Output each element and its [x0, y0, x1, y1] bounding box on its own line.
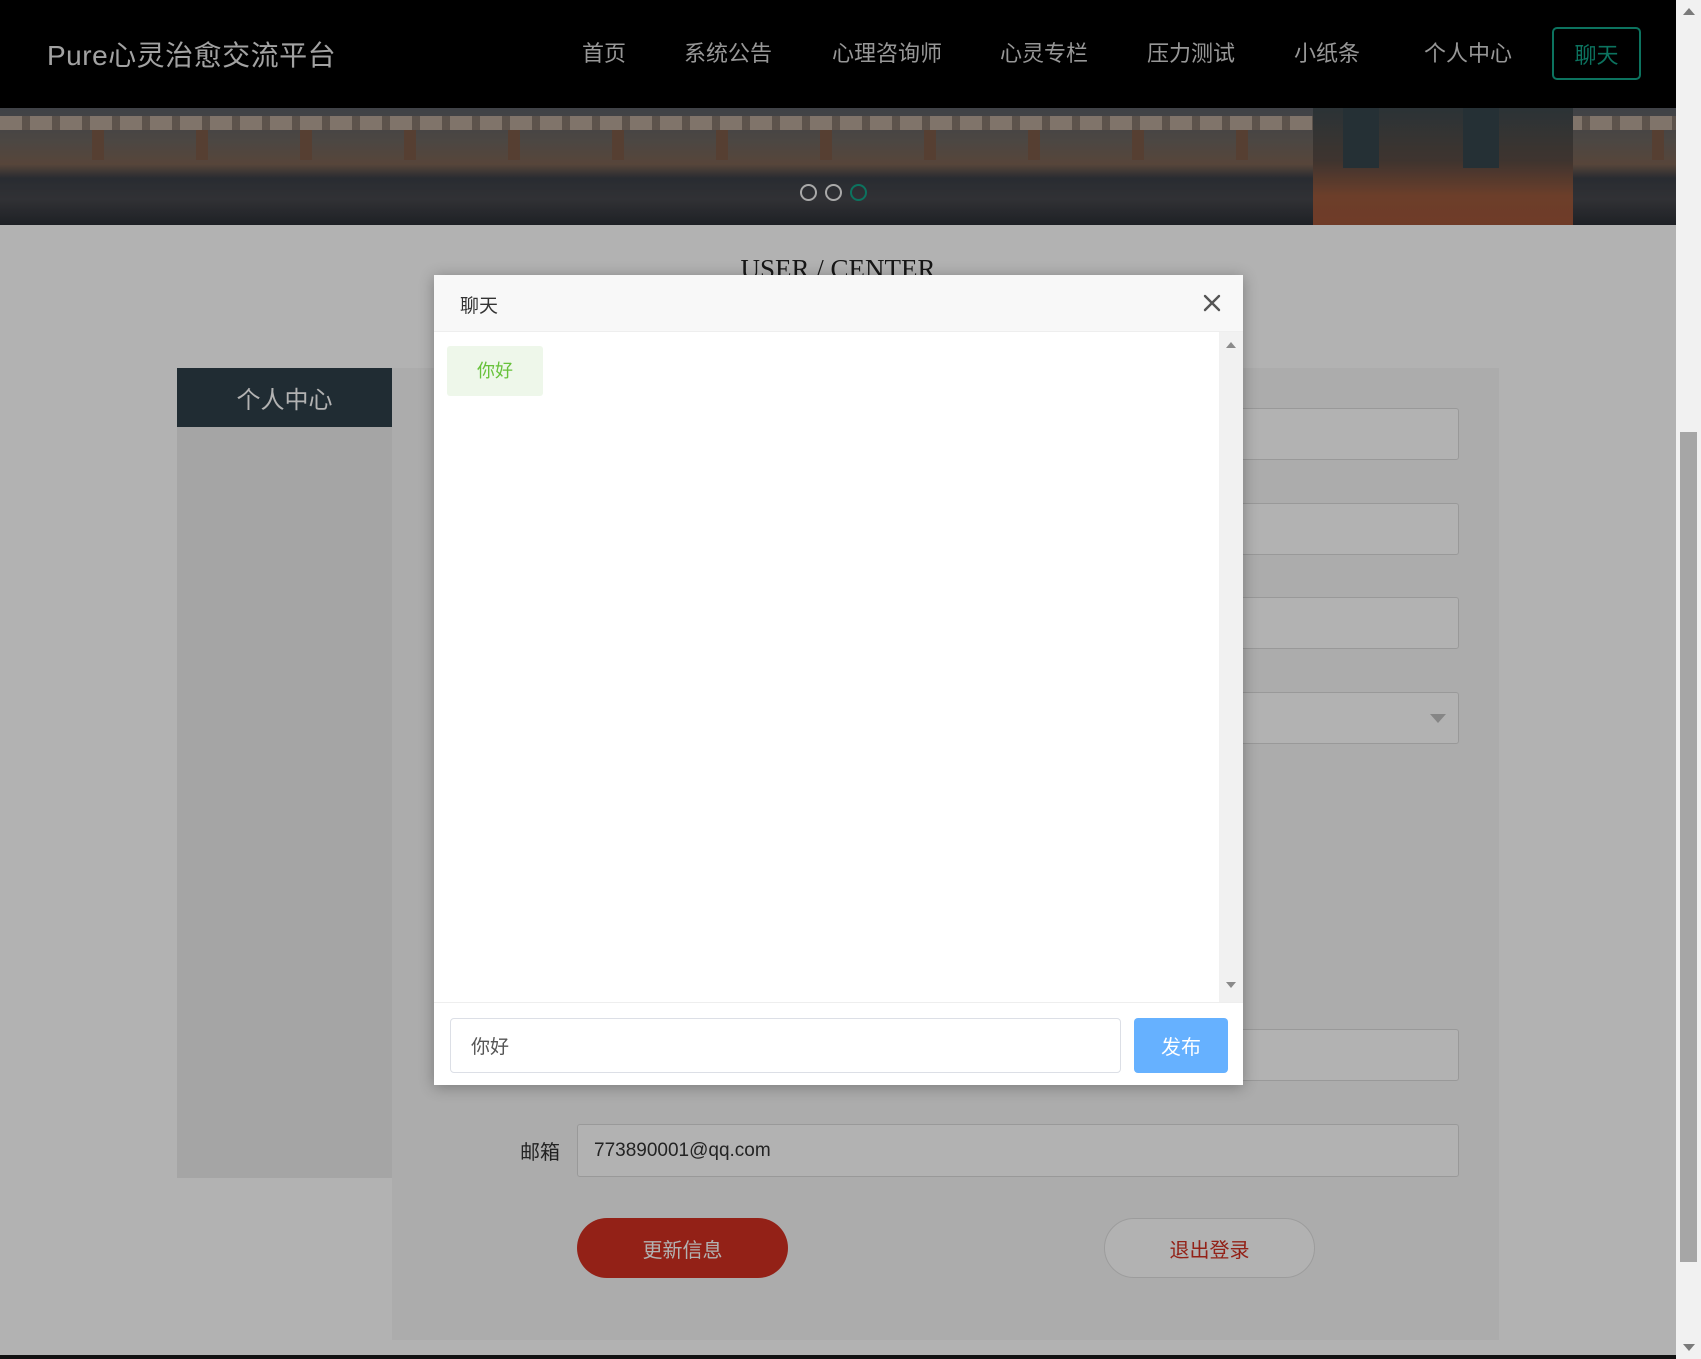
- scroll-down-arrow-icon[interactable]: [1226, 982, 1236, 988]
- close-icon[interactable]: [1200, 291, 1224, 315]
- page-scrollbar[interactable]: [1676, 0, 1701, 1359]
- chat-dialog-header: 聊天: [434, 275, 1243, 332]
- send-button[interactable]: 发布: [1134, 1018, 1228, 1073]
- scroll-up-arrow-icon[interactable]: [1683, 8, 1695, 15]
- scroll-up-arrow-icon[interactable]: [1226, 342, 1236, 348]
- chat-dialog-footer: 你好 发布: [434, 1002, 1243, 1085]
- chat-scrollbar[interactable]: [1219, 332, 1243, 1002]
- chat-input[interactable]: 你好: [450, 1018, 1121, 1073]
- chat-dialog: 聊天 你好 你好 发布: [434, 275, 1243, 1085]
- scroll-down-arrow-icon[interactable]: [1683, 1344, 1695, 1351]
- scrollbar-thumb[interactable]: [1680, 432, 1697, 1262]
- chat-dialog-title: 聊天: [460, 296, 499, 317]
- window-bottom-border: [0, 1355, 1676, 1359]
- chat-message: 你好: [447, 346, 543, 396]
- chat-message-area[interactable]: 你好: [434, 332, 1219, 1002]
